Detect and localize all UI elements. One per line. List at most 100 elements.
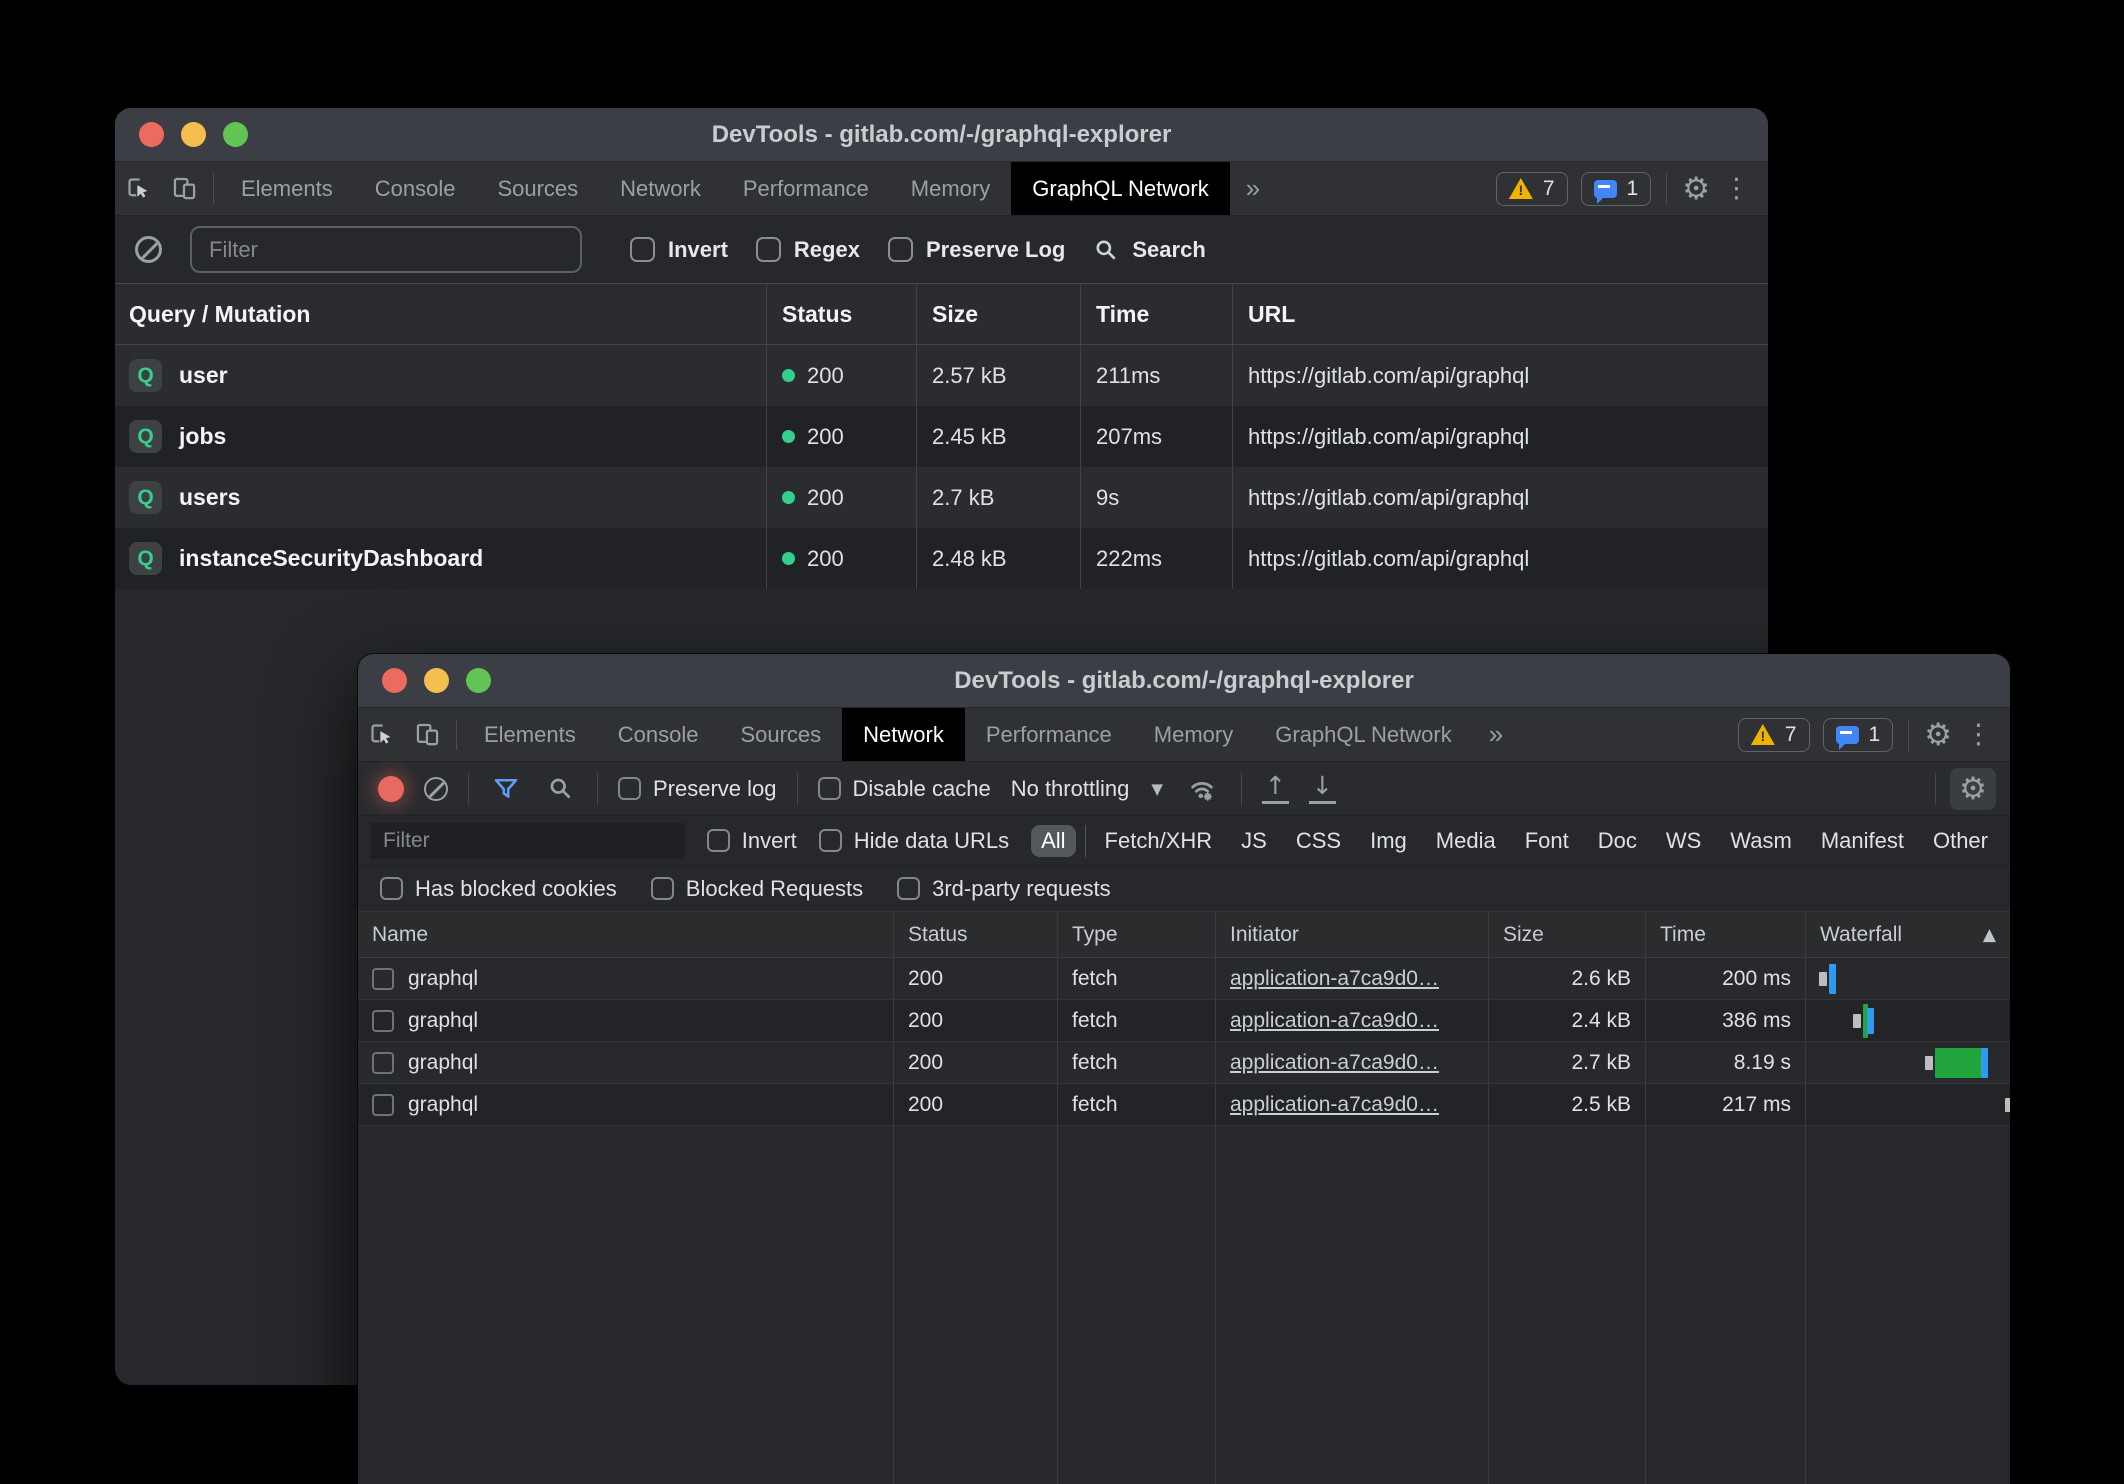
tab-elements[interactable]: Elements (463, 708, 597, 761)
query-row[interactable]: Q instanceSecurityDashboard 200 2.48 kB … (115, 528, 1768, 589)
zoom-button[interactable] (466, 668, 491, 693)
invert-checkbox[interactable] (630, 237, 655, 262)
row-checkbox[interactable] (372, 1052, 394, 1074)
more-tabs-button[interactable]: » (1473, 708, 1519, 761)
column-header-status[interactable]: Status (893, 912, 1057, 957)
column-header-status[interactable]: Status (766, 284, 916, 344)
issues-badge[interactable]: 1 (1581, 172, 1652, 206)
initiator-link[interactable]: application-a7ca9d0… (1230, 1093, 1439, 1117)
zoom-button[interactable] (223, 122, 248, 147)
type-filter-media[interactable]: Media (1426, 825, 1506, 857)
type-filter-css[interactable]: CSS (1286, 825, 1351, 857)
column-header-size[interactable]: Size (1488, 912, 1645, 957)
type-filter-fetch-xhr[interactable]: Fetch/XHR (1095, 825, 1223, 857)
tab-performance[interactable]: Performance (722, 162, 890, 215)
column-header-time[interactable]: Time (1645, 912, 1805, 957)
disable-cache-checkbox[interactable] (818, 777, 841, 800)
type-filter-all[interactable]: All (1031, 825, 1075, 857)
device-toolbar-icon[interactable] (161, 162, 207, 215)
tab-sources[interactable]: Sources (719, 708, 842, 761)
invert-checkbox[interactable] (707, 829, 730, 852)
issues-badge[interactable]: 1 (1823, 718, 1894, 752)
request-row[interactable]: graphql 200 fetch application-a7ca9d0… 2… (358, 958, 2010, 1000)
hide-data-urls-checkbox[interactable] (819, 829, 842, 852)
export-har-icon[interactable]: ↓ (1309, 773, 1336, 804)
column-header-size[interactable]: Size (916, 284, 1080, 344)
initiator-link[interactable]: application-a7ca9d0… (1230, 1051, 1439, 1075)
settings-gear-icon[interactable]: ⚙ (1682, 171, 1710, 207)
warnings-badge[interactable]: 7 (1496, 172, 1568, 206)
column-header-query-mutation[interactable]: Query / Mutation (115, 284, 766, 344)
inspect-icon[interactable] (115, 162, 161, 215)
warnings-badge[interactable]: 7 (1738, 718, 1810, 752)
request-row[interactable]: graphql 200 fetch application-a7ca9d0… 2… (358, 1084, 2010, 1126)
initiator-link[interactable]: application-a7ca9d0… (1230, 967, 1439, 991)
type-filter-manifest[interactable]: Manifest (1811, 825, 1914, 857)
filter-input[interactable] (190, 226, 582, 273)
device-toolbar-icon[interactable] (404, 708, 450, 761)
inspect-icon[interactable] (358, 708, 404, 761)
tab-sources[interactable]: Sources (476, 162, 599, 215)
type-filter-wasm[interactable]: Wasm (1720, 825, 1802, 857)
row-checkbox[interactable] (372, 1094, 394, 1116)
column-header-name[interactable]: Name (358, 912, 893, 957)
request-row[interactable]: graphql 200 fetch application-a7ca9d0… 2… (358, 1000, 2010, 1042)
search-icon[interactable] (543, 775, 577, 802)
filter-funnel-icon[interactable] (489, 775, 523, 803)
search-button[interactable]: Search (1093, 237, 1205, 263)
column-header-url[interactable]: URL (1232, 284, 1768, 344)
settings-gear-icon[interactable]: ⚙ (1924, 717, 1952, 753)
throttling-dropdown[interactable]: No throttling ▼ (1011, 776, 1163, 802)
request-row[interactable]: graphql 200 fetch application-a7ca9d0… 2… (358, 1042, 2010, 1084)
query-row[interactable]: Q jobs 200 2.45 kB 207ms https://gitlab.… (115, 406, 1768, 467)
network-settings-button[interactable]: ⚙ (1950, 768, 1996, 810)
more-tabs-button[interactable]: » (1230, 162, 1276, 215)
type-filter-font[interactable]: Font (1515, 825, 1579, 857)
column-header-type[interactable]: Type (1057, 912, 1215, 957)
initiator-link[interactable]: application-a7ca9d0… (1230, 1009, 1439, 1033)
minimize-button[interactable] (424, 668, 449, 693)
type-filter-doc[interactable]: Doc (1588, 825, 1647, 857)
tab-console[interactable]: Console (354, 162, 477, 215)
preserve-log-checkbox[interactable] (888, 237, 913, 262)
row-checkbox[interactable] (372, 968, 394, 990)
type-filter-other[interactable]: Other (1923, 825, 1998, 857)
close-button[interactable] (382, 668, 407, 693)
overflow-menu-icon[interactable]: ⋮ (1723, 173, 1750, 204)
clear-icon[interactable] (135, 236, 162, 263)
tab-graphql-network[interactable]: GraphQL Network (1011, 162, 1229, 215)
third-party-requests-checkbox[interactable] (897, 877, 920, 900)
tab-memory[interactable]: Memory (890, 162, 1011, 215)
column-header-waterfall[interactable]: Waterfall ▲ (1805, 912, 2010, 957)
record-button[interactable] (378, 776, 404, 802)
import-har-icon[interactable]: ↑ (1262, 773, 1289, 804)
clear-icon[interactable] (424, 777, 448, 801)
query-row[interactable]: Q user 200 2.57 kB 211ms https://gitlab.… (115, 345, 1768, 406)
type-filter-js[interactable]: JS (1231, 825, 1277, 857)
row-checkbox[interactable] (372, 1010, 394, 1032)
type-filter-ws[interactable]: WS (1656, 825, 1711, 857)
tab-memory[interactable]: Memory (1133, 708, 1254, 761)
filter-input[interactable] (370, 823, 685, 859)
network-conditions-icon[interactable] (1183, 774, 1221, 804)
has-blocked-cookies-checkbox[interactable] (380, 877, 403, 900)
column-header-initiator[interactable]: Initiator (1215, 912, 1488, 957)
tab-network[interactable]: Network (599, 162, 722, 215)
close-button[interactable] (139, 122, 164, 147)
preserve-log-checkbox[interactable] (618, 777, 641, 800)
tab-graphql-network[interactable]: GraphQL Network (1254, 708, 1472, 761)
tab-console[interactable]: Console (597, 708, 720, 761)
column-header-time[interactable]: Time (1080, 284, 1232, 344)
query-row[interactable]: Q users 200 2.7 kB 9s https://gitlab.com… (115, 467, 1768, 528)
titlebar[interactable]: DevTools - gitlab.com/-/graphql-explorer (358, 654, 2010, 708)
minimize-button[interactable] (181, 122, 206, 147)
type-filter-img[interactable]: Img (1360, 825, 1417, 857)
titlebar[interactable]: DevTools - gitlab.com/-/graphql-explorer (115, 108, 1768, 162)
blocked-requests-checkbox[interactable] (651, 877, 674, 900)
tab-network[interactable]: Network (842, 708, 965, 761)
tab-performance[interactable]: Performance (965, 708, 1133, 761)
status-dot-icon (782, 552, 795, 565)
regex-checkbox[interactable] (756, 237, 781, 262)
overflow-menu-icon[interactable]: ⋮ (1965, 719, 1992, 750)
tab-elements[interactable]: Elements (220, 162, 354, 215)
